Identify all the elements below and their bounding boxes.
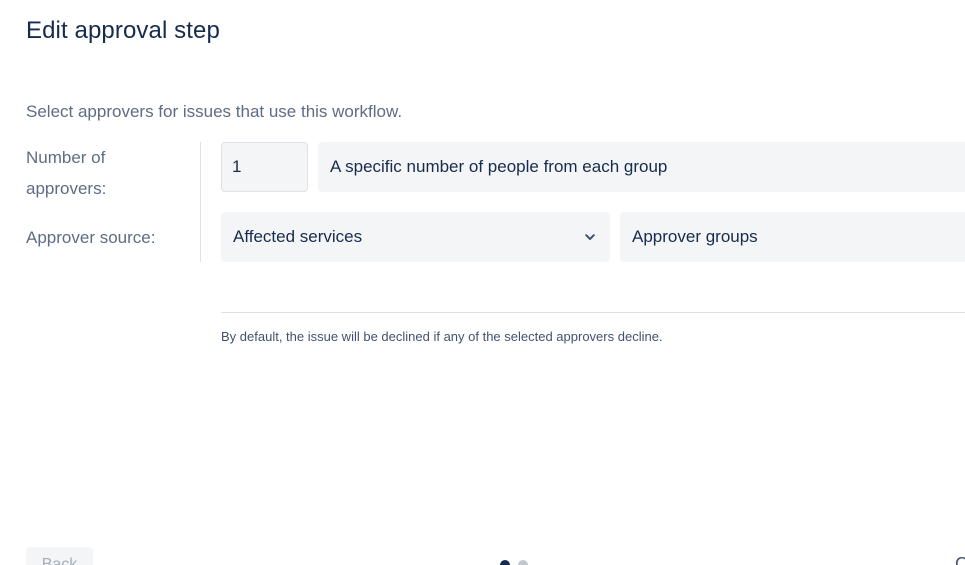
page-title: Edit approval step bbox=[26, 17, 220, 45]
page-indicator bbox=[500, 560, 528, 565]
next-button-label-fragment[interactable]: C bbox=[955, 554, 965, 565]
decline-note: By default, the issue will be declined i… bbox=[221, 329, 663, 344]
chevron-down-icon[interactable] bbox=[582, 229, 598, 245]
approver-source-value: Affected services bbox=[233, 227, 362, 247]
approver-groups-field[interactable]: Approver groups bbox=[620, 212, 965, 262]
approval-step-dialog: Edit approval step Select approvers for … bbox=[0, 0, 965, 565]
approver-groups-value: Approver groups bbox=[632, 227, 758, 247]
approver-count-mode-select[interactable]: A specific number of people from each gr… bbox=[318, 142, 965, 192]
page-indicator-dot-inactive bbox=[518, 560, 528, 565]
approver-source-label: Approver source: bbox=[26, 222, 196, 253]
page-indicator-dot-active bbox=[500, 560, 510, 565]
section-divider bbox=[221, 312, 965, 313]
number-of-approvers-label: Number of approvers: bbox=[26, 142, 176, 204]
approver-count-input[interactable]: 1 bbox=[221, 142, 308, 192]
approver-source-select[interactable]: Affected services bbox=[221, 212, 610, 262]
approver-count-mode-value: A specific number of people from each gr… bbox=[330, 157, 667, 177]
approver-count-value: 1 bbox=[232, 157, 241, 177]
dialog-description: Select approvers for issues that use thi… bbox=[26, 102, 402, 122]
form-divider bbox=[200, 142, 201, 262]
back-button[interactable]: Back bbox=[26, 547, 93, 565]
